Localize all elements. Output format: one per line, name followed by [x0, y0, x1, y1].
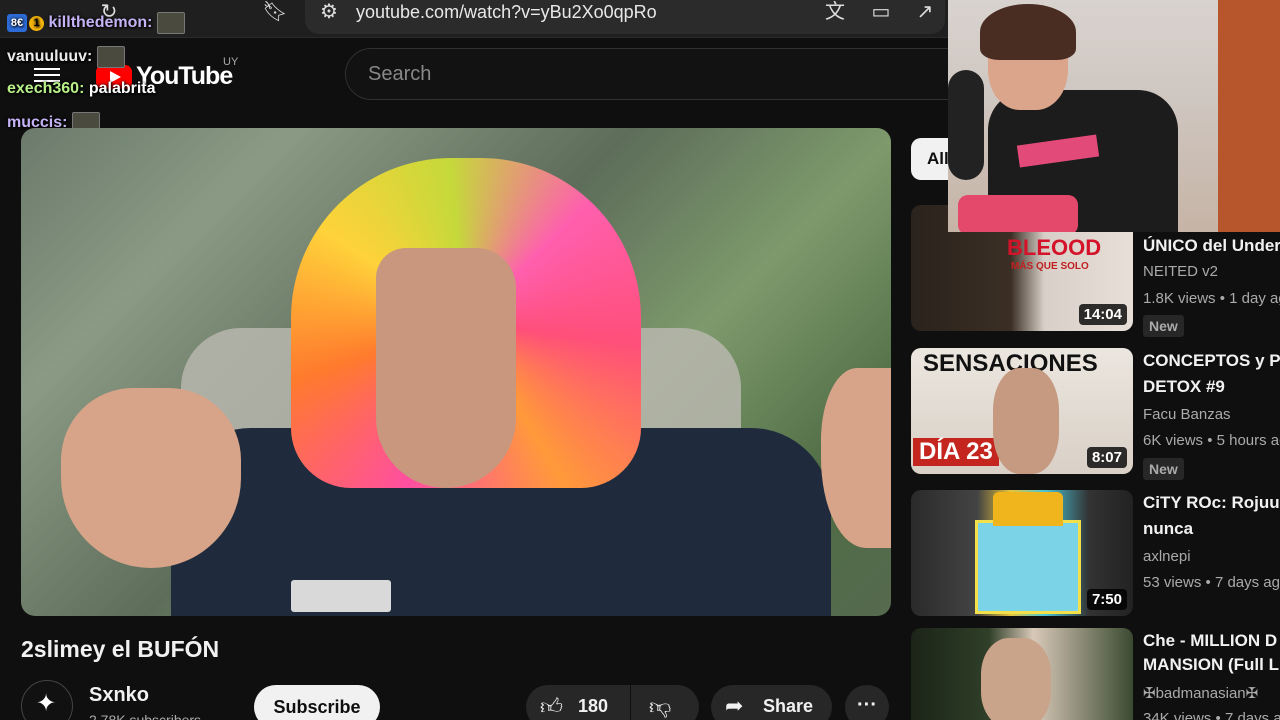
search-placeholder: Search	[368, 63, 432, 85]
sub-badge-icon: 8€	[7, 14, 27, 32]
thumbnail-face	[993, 368, 1059, 474]
channel-name[interactable]: Sxnko	[89, 684, 149, 707]
share-page-icon[interactable]: ↗	[912, 0, 938, 26]
video-player[interactable]	[21, 128, 891, 616]
recommendation-title[interactable]: ÚNICO del Underground	[1143, 233, 1280, 259]
search-input[interactable]: Search	[345, 48, 955, 100]
thumbnail-text: BLEOOD	[1007, 235, 1102, 260]
video-frame-print	[291, 580, 391, 612]
recommendation-channel[interactable]: ✠badmanasian✠	[1143, 684, 1258, 702]
subscribe-button[interactable]: Subscribe	[254, 685, 380, 720]
channel-avatar[interactable]	[21, 680, 73, 720]
chat-username: killthedemon:	[48, 14, 153, 32]
webcam-door	[1218, 0, 1280, 232]
thumbnail-subtext: MÁS QUE SOLO	[1011, 261, 1089, 272]
bookmark-icon[interactable]: 🔖︎	[262, 0, 288, 26]
chat-line: exech360: palabrita	[7, 80, 156, 98]
streamer-webcam	[948, 0, 1280, 232]
webcam-pillow	[958, 195, 1078, 232]
translate-icon[interactable]: 文	[822, 0, 848, 26]
emote-icon	[156, 12, 185, 34]
video-frame-hand	[61, 388, 241, 568]
thumbs-down-icon: 👎︎	[649, 694, 672, 719]
recommendation-meta: 1.8K views • 1 day ago	[1143, 290, 1280, 307]
video-duration: 8:07	[1086, 447, 1127, 468]
thumbs-up-icon: 👍︎	[540, 694, 563, 719]
recommendation-meta: 6K views • 5 hours ago	[1143, 432, 1280, 449]
crown-icon	[993, 492, 1063, 526]
emote-icon	[96, 46, 125, 68]
recommendation-title[interactable]: CiTY ROc: Rojuu	[1143, 490, 1280, 516]
recommendation-title-line2[interactable]: MANSION (Full L	[1143, 652, 1280, 678]
microphone-icon	[948, 70, 984, 180]
like-button[interactable]: 👍︎ 180	[526, 685, 630, 720]
chat-line: 8€ 1 killthedemon:	[7, 12, 185, 34]
chat-message: palabrita	[88, 80, 156, 97]
chat-username: exech360:	[7, 80, 85, 97]
recommendation-meta: 53 views • 7 days ago	[1143, 574, 1280, 591]
recommendation-title-line2[interactable]: nunca	[1143, 516, 1280, 542]
webcam-hair	[980, 4, 1076, 60]
like-count: 180	[578, 696, 609, 716]
more-actions-button[interactable]: ···	[845, 685, 889, 720]
recommendation-title-line2[interactable]: DETOX #9	[1143, 374, 1280, 400]
video-frame-hand	[821, 368, 891, 548]
recommendation-title[interactable]: Che - MILLION D	[1143, 628, 1280, 654]
recommendation-item[interactable]: SENSACIONES DÍA 23 8:07 CONCEPTOS y P DE…	[911, 348, 1280, 480]
video-duration: 7:50	[1086, 589, 1127, 610]
country-code: UY	[223, 56, 239, 68]
recommendation-channel[interactable]: Facu Banzas	[1143, 406, 1231, 423]
new-badge: New	[1143, 315, 1184, 337]
video-title: 2slimey el BUFÓN	[21, 636, 220, 662]
thumbnail-face	[981, 638, 1051, 720]
share-button[interactable]: ➦ Share	[711, 685, 832, 720]
site-settings-icon[interactable]: ⚙︎	[316, 0, 342, 26]
dislike-button[interactable]: 👎︎	[631, 685, 699, 720]
recommendation-title[interactable]: CONCEPTOS y P	[1143, 348, 1280, 374]
install-app-icon[interactable]: ▭	[868, 0, 894, 26]
recommendation-channel[interactable]: NEITED v2	[1143, 263, 1218, 280]
video-frame-face	[376, 248, 516, 488]
thumbnail-subtext: DÍA 23	[913, 438, 999, 466]
new-badge: New	[1143, 458, 1184, 480]
recommendation-item[interactable]: Che - MILLION D MANSION (Full L ✠badmana…	[911, 628, 1280, 720]
recommendation-item[interactable]: 7:50 CiTY ROc: Rojuu nunca axlnepi 53 vi…	[911, 490, 1280, 616]
url-text[interactable]: youtube.com/watch?v=yBu2Xo0qpRo	[356, 1, 657, 23]
gift-badge: 1	[29, 15, 44, 31]
recommendation-thumbnail[interactable]: 7:50	[911, 490, 1133, 616]
subscriber-count: 2.78K subscribers	[89, 712, 202, 720]
thumbnail-graphic	[975, 520, 1081, 614]
share-label: Share	[763, 696, 814, 716]
video-duration: 14:04	[1078, 304, 1127, 325]
recommendation-channel[interactable]: axlnepi	[1143, 548, 1191, 565]
recommendation-thumbnail[interactable]: SENSACIONES DÍA 23 8:07	[911, 348, 1133, 474]
chat-username: vanuuluuv:	[7, 48, 93, 66]
chat-line: vanuuluuv:	[7, 46, 125, 68]
recommendation-thumbnail[interactable]	[911, 628, 1133, 720]
share-icon: ➦	[725, 693, 744, 718]
recommendation-meta: 34K views • 7 days ago	[1143, 710, 1280, 720]
